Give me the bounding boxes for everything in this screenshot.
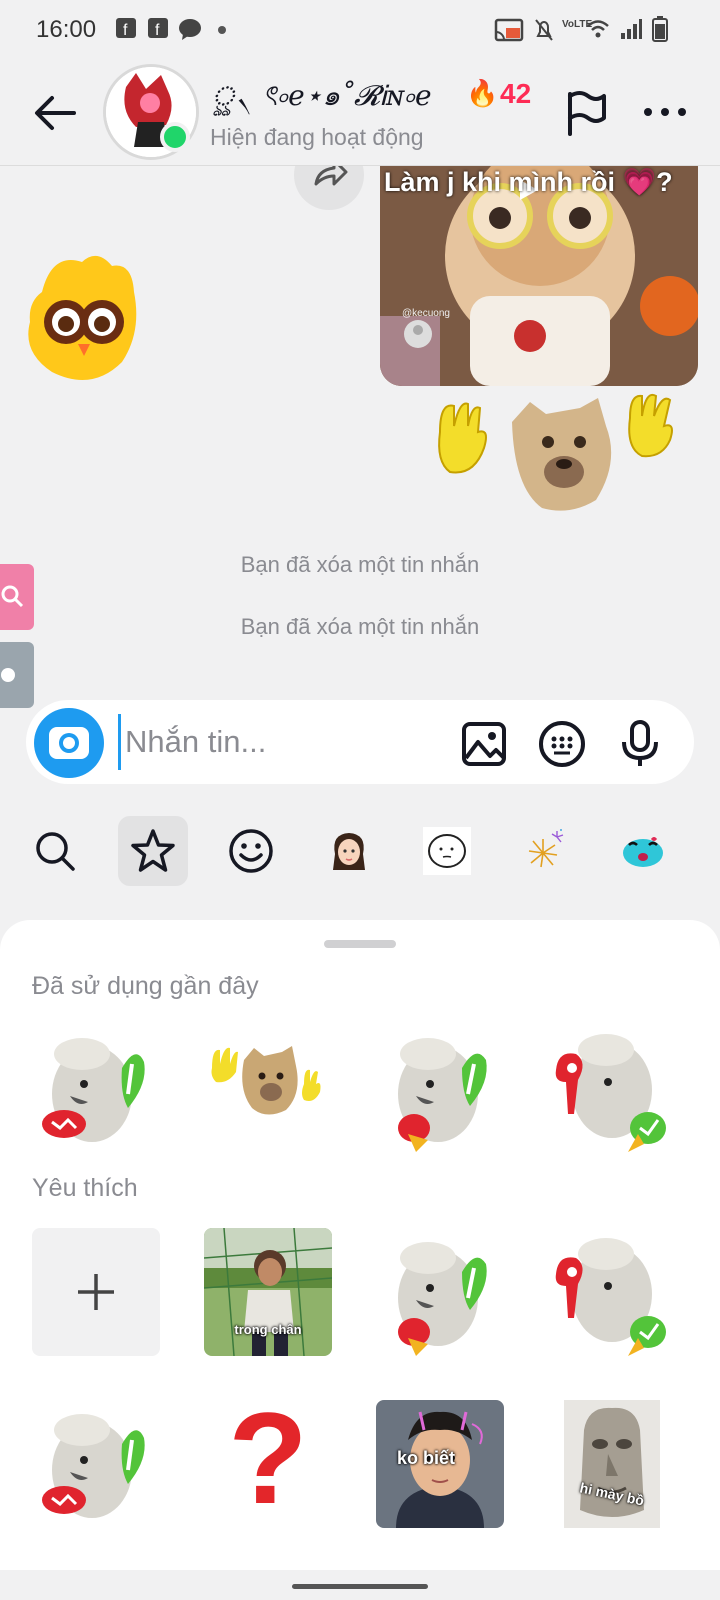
- bird-sticker[interactable]: [22, 252, 142, 392]
- recent-section-title: Đã sử dụng gần đây: [32, 972, 259, 1000]
- cockatoo-sticker-image: [32, 1024, 160, 1152]
- deleted-message-notice: Bạn đã xóa một tin nhắn: [240, 552, 480, 577]
- notification-dot-icon: [218, 26, 226, 34]
- waving-cat-sticker-image: [204, 1024, 332, 1152]
- report-flag-button[interactable]: [562, 88, 610, 138]
- question-mark-glyph: ?: [228, 1400, 308, 1528]
- floating-search-tab[interactable]: [0, 564, 34, 630]
- video-caption: Làm j khi mình rồi 💗?: [384, 167, 673, 197]
- chat-area[interactable]: Làm j khi mình rồi 💗? @kecuong Bạn đã xó…: [0, 166, 720, 696]
- video-thumbnail: [380, 166, 698, 386]
- chat-header: ৣ৲ ৎ৹e⋆๑˚𝓡Ꭵɴ৹e 🔥 42 Hiện đang hoạt động: [0, 60, 720, 166]
- favorite-sticker-ko-biet[interactable]: ko biết: [376, 1400, 504, 1528]
- camera-button[interactable]: [34, 708, 104, 778]
- share-arrow-icon: [314, 166, 348, 186]
- cast-icon: [494, 18, 524, 42]
- kiss-face-icon: [623, 837, 663, 867]
- sticker-category-tabs: [0, 812, 720, 892]
- tab-kiss-face[interactable]: [608, 816, 678, 886]
- cockatoo-sticker-image: [32, 1400, 160, 1528]
- tab-fireworks[interactable]: [510, 816, 580, 886]
- svg-text:f: f: [155, 22, 160, 39]
- recent-sticker-cockatoo-red-green[interactable]: [548, 1024, 676, 1152]
- plus-icon: [78, 1274, 114, 1310]
- streak-count: 42: [500, 78, 532, 109]
- status-bar: 16:00 f f VoLTE: [0, 0, 720, 60]
- mute-bell-icon: [535, 19, 553, 41]
- floating-record-tab[interactable]: [0, 642, 34, 708]
- battery-icon: [652, 16, 668, 42]
- more-options-button[interactable]: [640, 100, 690, 124]
- wifi-icon: [587, 20, 609, 38]
- facebook-icon: f: [116, 18, 136, 39]
- cockatoo-sticker-image: [376, 1228, 504, 1356]
- waving-cat-sticker[interactable]: [430, 392, 680, 516]
- sticker-panel: Đã sử dụng gần đây Yêu thích trong chân …: [0, 920, 720, 1600]
- record-dot-icon: [1, 668, 15, 682]
- star-icon: [131, 829, 175, 872]
- deleted-message-notice: Bạn đã xóa một tin nhắn: [240, 614, 480, 639]
- cockatoo-sticker-image: [376, 1024, 504, 1152]
- messenger-icon: [179, 19, 201, 40]
- gallery-image-icon[interactable]: [460, 720, 508, 768]
- cockatoo-sticker-image: [548, 1228, 676, 1356]
- message-composer: [26, 700, 694, 784]
- recent-sticker-cockatoo-check[interactable]: [32, 1024, 160, 1152]
- smiley-icon: [229, 829, 273, 873]
- presence-status: Hiện đang hoạt động: [210, 124, 424, 150]
- video-message[interactable]: Làm j khi mình rồi 💗? @kecuong: [380, 166, 698, 386]
- favorite-sticker-question-mark[interactable]: ?: [204, 1400, 332, 1528]
- search-icon: [36, 832, 75, 871]
- svg-text:f: f: [123, 22, 128, 39]
- microphone-icon[interactable]: [616, 720, 664, 768]
- home-indicator[interactable]: [292, 1584, 428, 1589]
- share-button[interactable]: [294, 166, 364, 210]
- keyboard-icon[interactable]: [538, 720, 586, 768]
- fireworks-icon: [528, 829, 564, 868]
- back-button[interactable]: [30, 88, 80, 138]
- tab-avatar-stickers[interactable]: [314, 816, 384, 886]
- tab-favorites[interactable]: [118, 816, 188, 886]
- sticker-caption: ko biết: [396, 1448, 455, 1468]
- status-time: 16:00: [36, 16, 97, 43]
- online-status-dot: [160, 122, 190, 152]
- favorite-sticker-hi-may-bo[interactable]: hi mày bồ: [548, 1400, 676, 1528]
- meme-face-icon: [423, 827, 471, 875]
- cockatoo-sticker-image: [548, 1024, 676, 1152]
- favorites-section-title: Yêu thích: [32, 1174, 138, 1202]
- recent-sticker-waving-cat[interactable]: [204, 1024, 332, 1152]
- contact-name[interactable]: ৣ৲ ৎ৹e⋆๑˚𝓡Ꭵɴ৹e: [210, 74, 432, 121]
- favorite-sticker-cockatoo-red-green[interactable]: [548, 1228, 676, 1356]
- system-navigation-bar: [0, 1570, 720, 1600]
- tab-emoji[interactable]: [216, 816, 286, 886]
- tab-search[interactable]: [20, 816, 90, 886]
- video-author-tag: @kecuong: [402, 308, 450, 319]
- drag-handle[interactable]: [324, 940, 396, 948]
- signal-icon: [621, 19, 642, 39]
- favorite-sticker-cockatoo-thumb[interactable]: [376, 1228, 504, 1356]
- fire-icon: 🔥: [466, 78, 499, 108]
- magnifier-icon: [1, 585, 24, 608]
- favorite-sticker-cockatoo-check[interactable]: [32, 1400, 160, 1528]
- favorite-sticker-boy[interactable]: trong chân: [204, 1228, 332, 1356]
- tab-meme-face[interactable]: [412, 816, 482, 886]
- facebook-icon: f: [148, 18, 168, 39]
- sticker-caption: trong chân: [234, 1322, 302, 1337]
- camera-icon: [49, 727, 89, 759]
- add-sticker-button[interactable]: [32, 1228, 160, 1356]
- message-input[interactable]: [118, 714, 478, 770]
- girl-avatar-icon: [333, 833, 365, 870]
- recent-sticker-cockatoo-thumb[interactable]: [376, 1024, 504, 1152]
